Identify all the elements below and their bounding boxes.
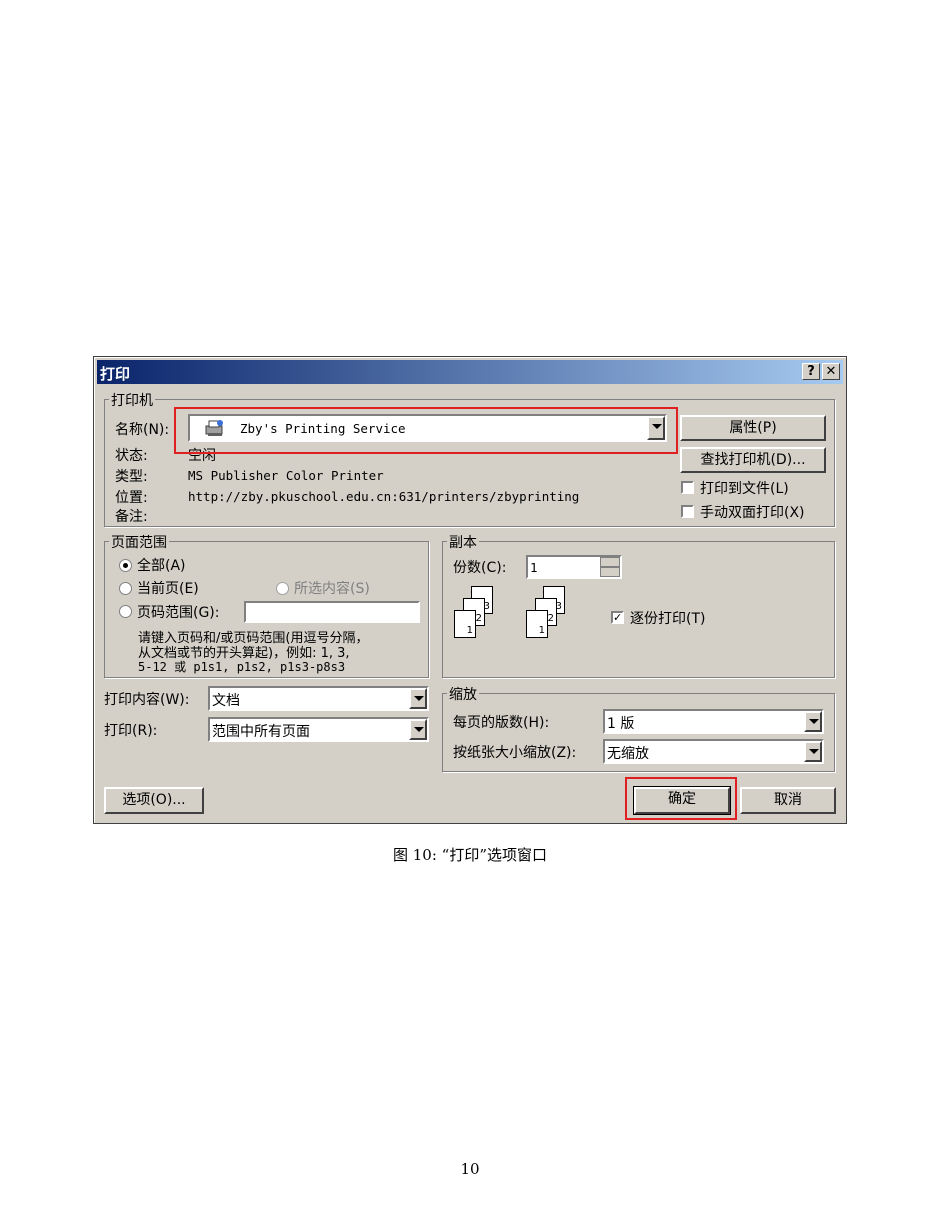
properties-button[interactable]: 属性(P): [680, 415, 826, 441]
chevron-down-icon[interactable]: [409, 719, 427, 740]
page-number: 10: [460, 1160, 480, 1178]
print-what-select[interactable]: 文档: [208, 686, 429, 711]
collate-checkbox[interactable]: ✓: [611, 611, 624, 624]
pages-per-sheet-label: 每页的版数(H):: [453, 715, 550, 731]
manual-duplex-label: 手动双面打印(X): [700, 505, 805, 521]
help-button[interactable]: ?: [802, 363, 820, 380]
page-sheet: 1: [454, 610, 476, 638]
current-page-radio[interactable]: [119, 582, 132, 595]
collate-illustration-collated: 3 2 1: [526, 586, 576, 650]
copies-label: 份数(C):: [453, 560, 507, 576]
page-numbers-label: 页码范围(G):: [137, 605, 220, 621]
printer-name-highlight: [174, 407, 678, 454]
manual-duplex-checkbox[interactable]: [681, 505, 694, 518]
spin-down-icon[interactable]: [600, 567, 620, 577]
copies-legend: 副本: [447, 532, 479, 552]
collate-label: 逐份打印(T): [630, 611, 706, 627]
print-what-value: 文档: [212, 693, 240, 709]
printer-group-legend: 打印机: [109, 390, 155, 410]
chevron-down-icon[interactable]: [804, 741, 822, 762]
printer-name-label: 名称(N):: [115, 422, 170, 438]
copies-value: 1: [530, 560, 538, 575]
zoom-legend: 缩放: [447, 684, 479, 704]
print-select[interactable]: 范围中所有页面: [208, 717, 429, 742]
page-numbers-radio[interactable]: [119, 605, 132, 618]
title-bar: 打印 ? ✕: [97, 360, 843, 384]
spin-up-icon[interactable]: [600, 557, 620, 567]
scale-label: 按纸张大小缩放(Z):: [453, 745, 577, 761]
cancel-button[interactable]: 取消: [740, 787, 836, 814]
type-label: 类型:: [115, 469, 148, 485]
location-value: http://zby.pkuschool.edu.cn:631/printers…: [188, 489, 580, 504]
selection-label: 所选内容(S): [294, 581, 370, 597]
pages-per-sheet-select[interactable]: 1 版: [603, 709, 824, 734]
selection-radio[interactable]: [276, 582, 289, 595]
collate-illustration-uncollated: 3 2 1: [454, 586, 504, 650]
pages-per-sheet-value: 1 版: [607, 716, 635, 732]
status-label: 状态:: [115, 448, 148, 464]
scale-select[interactable]: 无缩放: [603, 739, 824, 764]
current-page-label: 当前页(E): [137, 581, 199, 597]
print-to-file-checkbox[interactable]: [681, 481, 694, 494]
type-value: MS Publisher Color Printer: [188, 468, 384, 483]
ok-button-highlight: [625, 777, 737, 820]
scale-value: 无缩放: [607, 746, 649, 762]
find-printer-button[interactable]: 查找打印机(D)...: [680, 447, 826, 473]
chevron-down-icon[interactable]: [804, 711, 822, 732]
dialog-title: 打印: [100, 365, 131, 383]
location-label: 位置:: [115, 490, 148, 506]
copies-spinner[interactable]: 1: [526, 555, 622, 579]
options-button[interactable]: 选项(O)...: [104, 787, 204, 814]
print-label: 打印(R):: [104, 723, 158, 739]
figure-caption: 图 10: “打印”选项窗口: [392, 846, 547, 864]
close-button[interactable]: ✕: [822, 363, 840, 380]
page-numbers-input[interactable]: [244, 601, 420, 623]
print-to-file-label: 打印到文件(L): [700, 481, 789, 497]
range-hint-line3: 5-12 或 p1s1, p1s2, p1s3-p8s3: [138, 660, 346, 674]
comment-label: 备注:: [115, 509, 148, 525]
page-sheet: 1: [526, 610, 548, 638]
page-range-legend: 页面范围: [109, 532, 169, 552]
all-pages-radio[interactable]: [119, 559, 132, 572]
print-what-label: 打印内容(W):: [104, 692, 190, 708]
print-value: 范围中所有页面: [212, 724, 310, 740]
all-pages-label: 全部(A): [137, 558, 186, 574]
chevron-down-icon[interactable]: [409, 688, 427, 709]
